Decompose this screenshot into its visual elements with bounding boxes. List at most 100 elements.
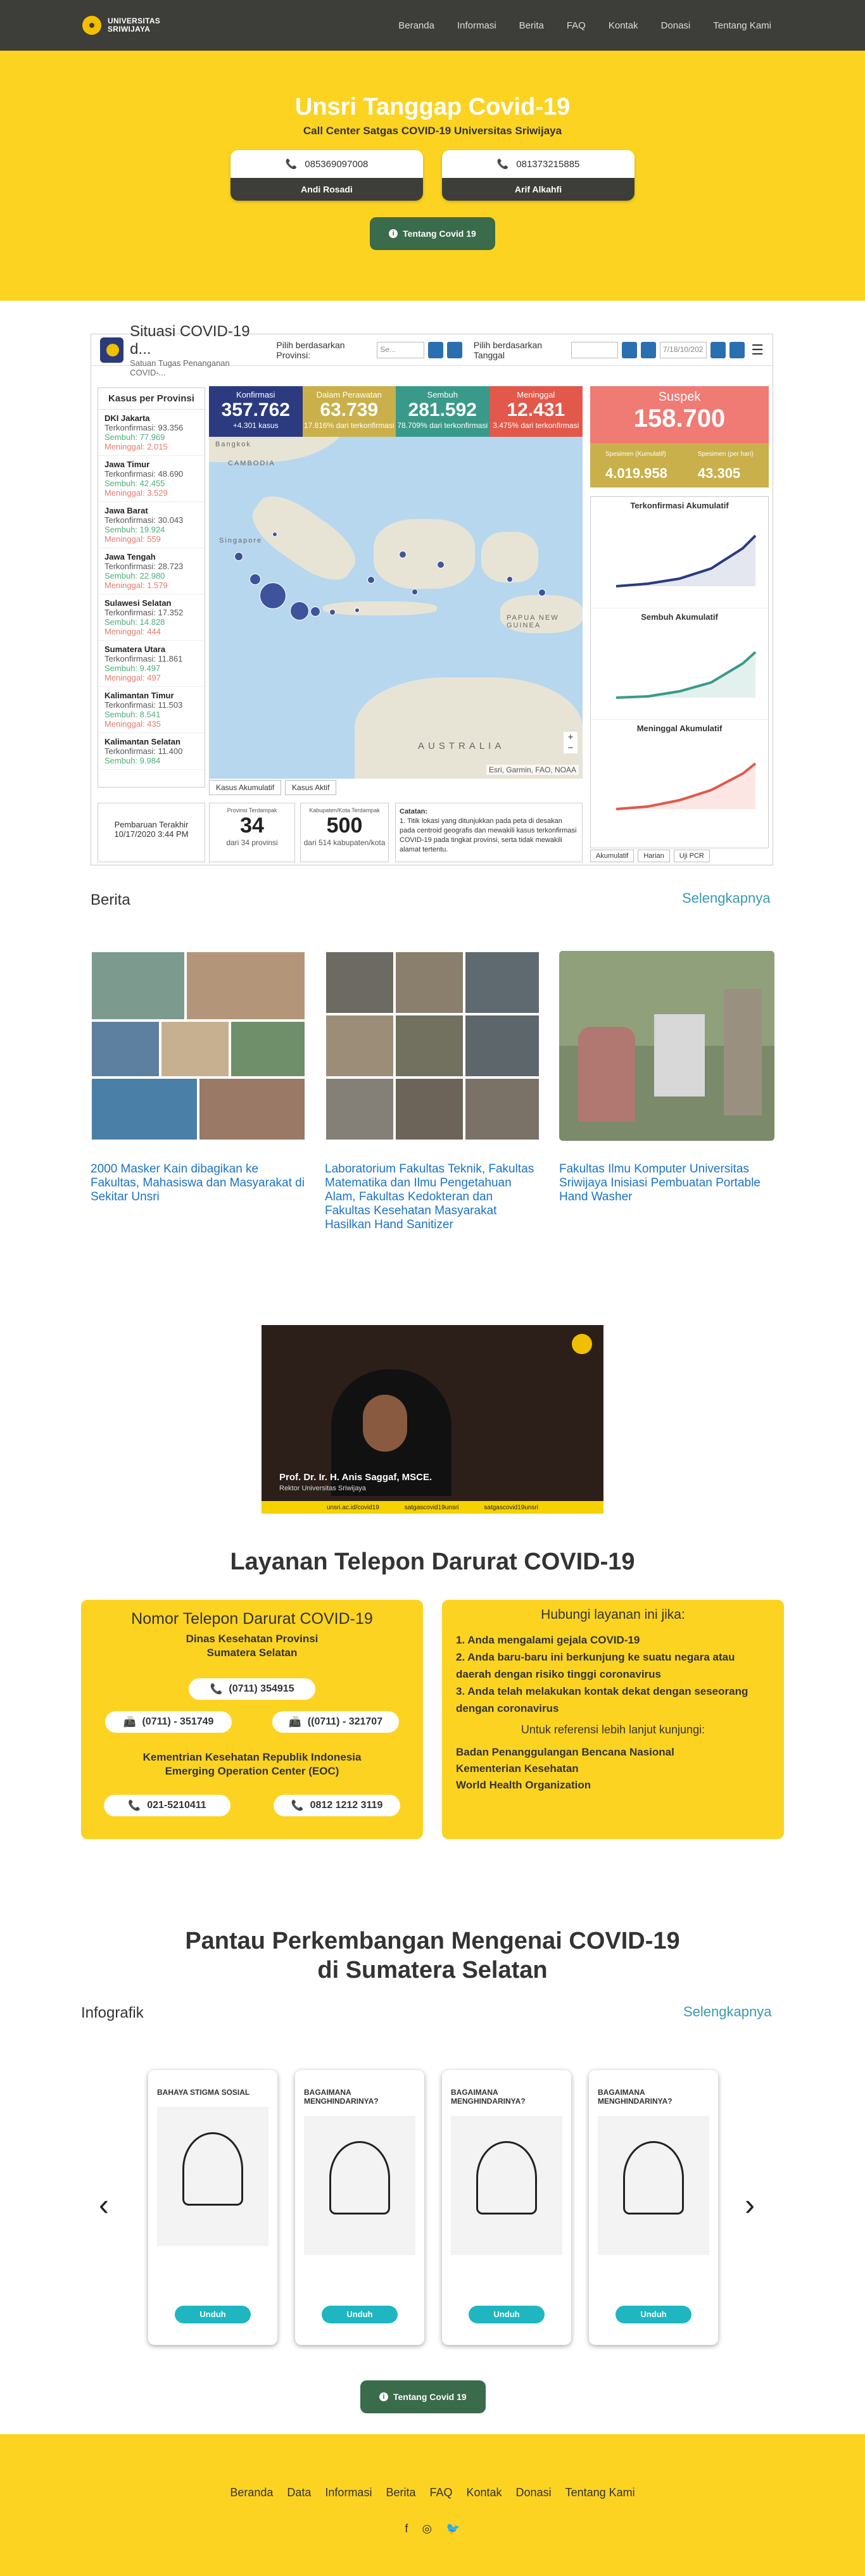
nav-link-faq[interactable]: FAQ bbox=[555, 20, 597, 31]
chart-tab-uji-pcr[interactable]: Uji PCR bbox=[673, 850, 710, 862]
footer-link-informasi[interactable]: Informasi bbox=[325, 2486, 372, 2499]
province-item[interactable]: Kalimantan Timur Terkonfirmasi: 11.503 Sem… bbox=[98, 687, 205, 733]
nav-link-tentang[interactable]: Tentang Kami bbox=[702, 20, 783, 31]
tentang-covid-button[interactable]: i Tentang Covid 19 bbox=[370, 217, 495, 250]
news-image[interactable] bbox=[325, 951, 540, 1141]
tentang-covid-button-bottom[interactable]: i Tentang Covid 19 bbox=[360, 2380, 486, 2413]
footer-link-tentang[interactable]: Tentang Kami bbox=[565, 2486, 635, 2499]
calendar-icon[interactable] bbox=[427, 341, 443, 358]
nav-link-beranda[interactable]: Beranda bbox=[387, 20, 446, 31]
infographic-card[interactable]: BAHAYA STIGMA SOSIAL Unduh bbox=[148, 2070, 277, 2345]
zoom-control[interactable]: + − bbox=[564, 732, 578, 753]
fax-number[interactable]: 📠 ((0711) - 321707 bbox=[272, 1711, 399, 1733]
map-case-dot[interactable] bbox=[399, 551, 407, 558]
eoc-phone[interactable]: 📞 021-5210411 bbox=[104, 1795, 230, 1816]
news-title-link[interactable]: Fakultas Ilmu Komputer Universitas Sriwi… bbox=[559, 1162, 774, 1204]
province-confirmed: Terkonfirmasi: 30.043 bbox=[104, 515, 184, 525]
download-button[interactable]: Unduh bbox=[175, 2306, 251, 2323]
facebook-icon[interactable]: f bbox=[405, 2522, 408, 2535]
province-select[interactable]: Se... bbox=[377, 341, 424, 358]
call-center-card[interactable]: 📞 081373215885 Arif Alkahfi bbox=[442, 150, 635, 201]
map-case-dot[interactable] bbox=[249, 574, 261, 585]
news-image[interactable] bbox=[559, 951, 774, 1141]
province-count-sub: dari 34 provinsi bbox=[226, 838, 278, 847]
call-center-card[interactable]: 📞 085369097008 Andi Rosadi bbox=[230, 150, 423, 201]
map-case-dot[interactable] bbox=[367, 576, 375, 584]
news-title-link[interactable]: Laboratorium Fakultas Teknik, Fakultas M… bbox=[325, 1162, 540, 1232]
map-case-dot[interactable] bbox=[272, 532, 277, 537]
infografik-more-link[interactable]: Selengkapnya bbox=[683, 2004, 771, 2020]
calendar-icon[interactable] bbox=[710, 341, 726, 358]
province-item[interactable]: Jawa Barat Terkonfirmasi: 30.043 Sembuh: 1… bbox=[98, 502, 205, 548]
nav-link-donasi[interactable]: Donasi bbox=[650, 20, 702, 31]
indonesia-map[interactable]: Bangkok CAMBODIA Singapore PAPUA NEW GUI… bbox=[209, 386, 583, 779]
site-logo[interactable]: UNIVERSITAS SRIWIJAYA bbox=[82, 16, 160, 35]
footer-link-kontak[interactable]: Kontak bbox=[467, 2486, 502, 2499]
infographic-card[interactable]: BAGAIMANA MENGHINDARINYA? Unduh bbox=[442, 2070, 571, 2345]
download-button[interactable]: Unduh bbox=[616, 2306, 691, 2323]
berita-heading: Berita bbox=[91, 891, 130, 908]
video-face bbox=[363, 1395, 407, 1452]
news-title-link[interactable]: 2000 Masker Kain dibagikan ke Fakultas, … bbox=[91, 1162, 306, 1204]
footer-link-donasi[interactable]: Donasi bbox=[516, 2486, 552, 2499]
map-case-dot[interactable] bbox=[290, 601, 309, 620]
province-list[interactable]: Kasus per Provinsi DKI Jakarta Terkonfirm… bbox=[98, 387, 205, 788]
nav-link-informasi[interactable]: Informasi bbox=[446, 20, 508, 31]
map-case-dot[interactable] bbox=[329, 609, 336, 615]
chart-tab-harian[interactable]: Harian bbox=[638, 850, 670, 862]
news-card[interactable]: Fakultas Ilmu Komputer Universitas Sriwi… bbox=[559, 951, 774, 1204]
clock-icon[interactable] bbox=[446, 341, 462, 358]
infographic-card[interactable]: BAGAIMANA MENGHINDARINYA? Unduh bbox=[589, 2070, 718, 2345]
reference-link[interactable]: World Health Organization bbox=[456, 1777, 770, 1794]
map-case-dot[interactable] bbox=[234, 552, 243, 561]
dinkes-phone[interactable]: 📞 (0711) 354915 bbox=[189, 1678, 315, 1700]
province-item[interactable]: Kalimantan Selatan Terkonfirmasi: 11.400 S… bbox=[98, 733, 205, 770]
news-card[interactable]: Laboratorium Fakultas Teknik, Fakultas M… bbox=[325, 951, 540, 1232]
rector-video[interactable]: Prof. Dr. Ir. H. Anis Saggaf, MSCE. Rekt… bbox=[262, 1325, 603, 1514]
footer-link-berita[interactable]: Berita bbox=[386, 2486, 415, 2499]
map-tab-akumulatif[interactable]: Kasus Akumulatif bbox=[209, 780, 282, 795]
date-select[interactable] bbox=[571, 341, 619, 358]
reference-link[interactable]: Badan Penanggulangan Bencana Nasional bbox=[456, 1744, 770, 1761]
province-item[interactable]: DKI Jakarta Terkonfirmasi: 93.356 Sembuh: … bbox=[98, 410, 205, 456]
instagram-icon[interactable]: ◎ bbox=[422, 2522, 432, 2535]
footer-link-faq[interactable]: FAQ bbox=[429, 2486, 452, 2499]
chart-title: Meninggal Akumulatif bbox=[636, 724, 723, 733]
eoc-phone[interactable]: 📞 0812 1212 3119 bbox=[274, 1795, 400, 1816]
footer-link-data[interactable]: Data bbox=[287, 2486, 311, 2499]
clock-icon[interactable] bbox=[641, 341, 657, 358]
map-case-dot[interactable] bbox=[538, 589, 546, 596]
province-item[interactable]: Sulawesi Selatan Terkonfirmasi: 17.352 Sem… bbox=[98, 594, 205, 641]
unsri-logo-icon bbox=[82, 16, 101, 35]
infographic-card[interactable]: BAGAIMANA MENGHINDARINYA? Unduh bbox=[295, 2070, 424, 2345]
clock-icon[interactable] bbox=[729, 341, 745, 358]
news-image[interactable] bbox=[91, 951, 306, 1141]
map-case-dot[interactable] bbox=[310, 606, 320, 617]
carousel-prev-icon[interactable]: ‹ bbox=[99, 2188, 109, 2223]
chart-tab-akumulatif[interactable]: Akumulatif bbox=[590, 850, 635, 862]
hamburger-menu-icon[interactable]: ☰ bbox=[751, 342, 764, 358]
download-button[interactable]: Unduh bbox=[322, 2306, 398, 2323]
nav-link-kontak[interactable]: Kontak bbox=[597, 20, 650, 31]
calendar-icon[interactable] bbox=[622, 341, 638, 358]
reference-link[interactable]: Kementerian Kesehatan bbox=[456, 1761, 770, 1777]
map-tab-aktif[interactable]: Kasus Aktif bbox=[285, 780, 337, 795]
footer-link-beranda[interactable]: Beranda bbox=[230, 2486, 273, 2499]
download-button[interactable]: Unduh bbox=[469, 2306, 545, 2323]
carousel-next-icon[interactable]: › bbox=[745, 2188, 755, 2223]
map-case-dot[interactable] bbox=[412, 589, 418, 595]
date-input[interactable]: 7/18/10/202 bbox=[660, 341, 707, 358]
map-case-dot[interactable] bbox=[507, 576, 513, 582]
city-count-value: 500 bbox=[326, 814, 363, 838]
map-case-dot[interactable] bbox=[437, 561, 445, 569]
berita-more-link[interactable]: Selengkapnya bbox=[682, 890, 770, 907]
map-case-dot[interactable] bbox=[260, 582, 286, 609]
fax-number[interactable]: 📠 (0711) - 351749 bbox=[105, 1711, 232, 1733]
map-case-dot[interactable] bbox=[355, 608, 360, 613]
province-item[interactable]: Sumatera Utara Terkonfirmasi: 11.861 Sembu… bbox=[98, 641, 205, 687]
province-item[interactable]: Jawa Timur Terkonfirmasi: 48.690 Sembuh: 4… bbox=[98, 456, 205, 502]
nav-link-berita[interactable]: Berita bbox=[508, 20, 555, 31]
twitter-icon[interactable]: 🐦 bbox=[446, 2522, 460, 2535]
news-card[interactable]: 2000 Masker Kain dibagikan ke Fakultas, … bbox=[91, 951, 306, 1204]
province-item[interactable]: Jawa Tengah Terkonfirmasi: 28.723 Sembuh: … bbox=[98, 548, 205, 594]
